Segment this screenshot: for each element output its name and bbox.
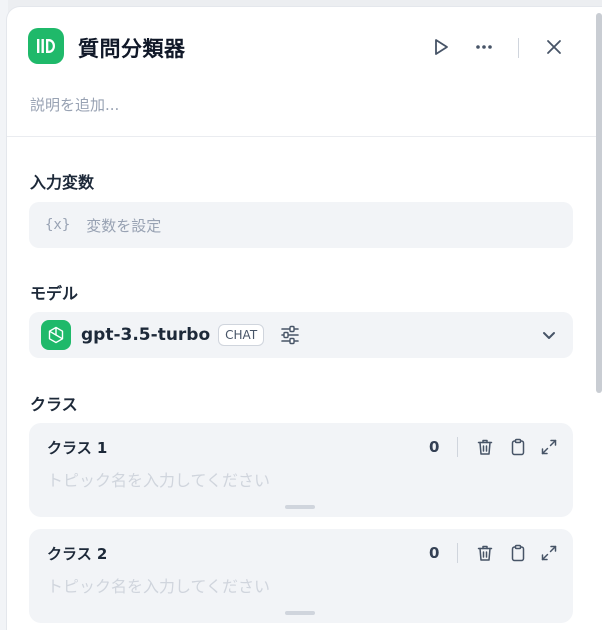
model-mode-badge: CHAT [218, 324, 265, 346]
expand-icon [541, 439, 557, 455]
topic-name-input[interactable]: トピック名を入力してください [47, 467, 270, 491]
clipboard-icon [511, 438, 525, 456]
more-button[interactable] [470, 33, 498, 61]
scrollbar[interactable] [596, 13, 602, 393]
class-card: クラス 1 0 トピック名を入力してください [29, 423, 573, 517]
header-divider [518, 38, 519, 58]
question-classifier-icon [28, 28, 64, 64]
model-label: モデル [30, 284, 79, 303]
class-char-count: 0 [429, 438, 440, 456]
sliders-icon [281, 325, 299, 345]
resize-handle[interactable] [285, 611, 315, 615]
node-title[interactable]: 質問分類器 [78, 33, 186, 63]
trash-icon [477, 545, 493, 561]
trash-icon [477, 439, 493, 455]
variable-select[interactable]: {x} 変数を設定 [29, 202, 573, 248]
class-char-count: 0 [429, 544, 440, 562]
input-variables-label: 入力変数 [30, 173, 95, 192]
description-input[interactable]: 説明を追加... [30, 94, 119, 115]
class-divider [457, 543, 458, 563]
class-divider [457, 437, 458, 457]
topic-name-input[interactable]: トピック名を入力してください [47, 573, 270, 597]
class-title: クラス 1 [47, 439, 108, 457]
model-name: gpt-3.5-turbo [81, 325, 211, 345]
classes-label: クラス [30, 395, 78, 414]
play-icon [435, 39, 448, 55]
class-title: クラス 2 [47, 545, 108, 563]
close-icon [547, 40, 561, 54]
chevron-down-icon[interactable] [539, 325, 559, 345]
delete-class-button[interactable] [473, 435, 497, 459]
run-button[interactable] [427, 33, 455, 61]
expand-class-button[interactable] [537, 435, 561, 459]
close-button[interactable] [540, 33, 568, 61]
delete-class-button[interactable] [473, 541, 497, 565]
openai-icon [41, 320, 71, 350]
variable-placeholder: 変数を設定 [86, 216, 162, 235]
expand-class-button[interactable] [537, 541, 561, 565]
panel-header: 質問分類器 説明を追加... [7, 7, 602, 137]
resize-handle[interactable] [285, 505, 315, 509]
expand-icon [541, 545, 557, 561]
copy-class-button[interactable] [506, 541, 530, 565]
variable-icon: {x} [45, 217, 71, 233]
more-icon [476, 45, 492, 49]
node-panel: 質問分類器 説明を追加... 入力変数 {x} 変数を設定 モデル gpt-3.… [6, 6, 602, 630]
class-card: クラス 2 0 トピック名を入力してください [29, 529, 573, 623]
model-select[interactable]: gpt-3.5-turbo CHAT [29, 312, 573, 358]
clipboard-icon [511, 544, 525, 562]
copy-class-button[interactable] [506, 435, 530, 459]
model-params-button[interactable] [278, 323, 302, 347]
